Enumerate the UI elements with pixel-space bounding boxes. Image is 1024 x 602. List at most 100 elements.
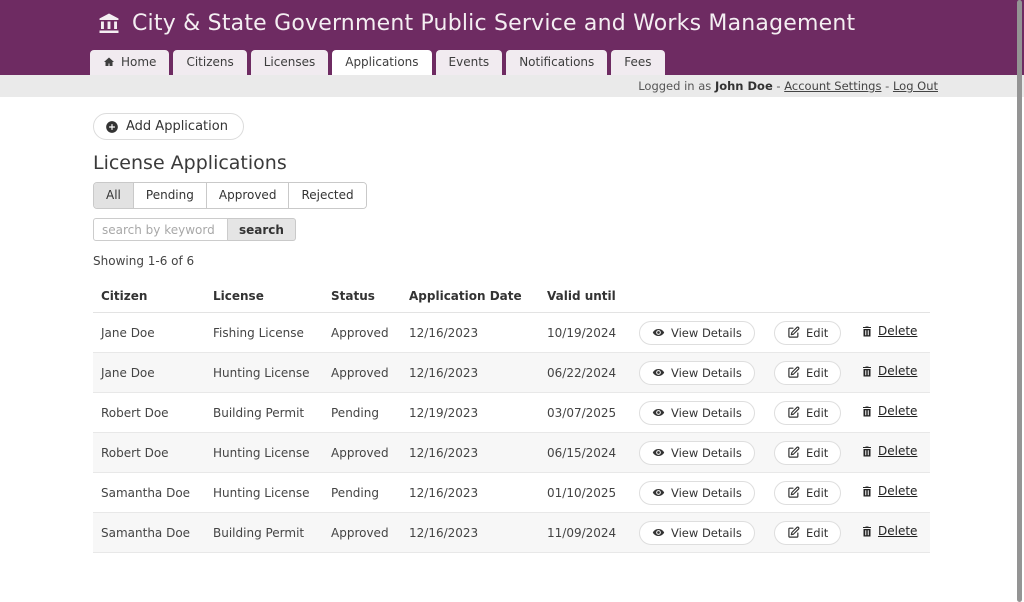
cell-actions: Delete bbox=[853, 513, 930, 553]
cell-actions: Delete bbox=[853, 473, 930, 513]
cell-valid-until: 10/19/2024 bbox=[539, 313, 631, 353]
cell-actions: View Details bbox=[631, 473, 766, 513]
view-details-button[interactable]: View Details bbox=[639, 521, 755, 545]
view-details-button[interactable]: View Details bbox=[639, 441, 755, 465]
delete-link[interactable]: Delete bbox=[861, 524, 917, 538]
tab-label: Fees bbox=[624, 55, 651, 69]
view-details-button[interactable]: View Details bbox=[639, 321, 755, 345]
table-row: Robert DoeBuilding PermitPending12/19/20… bbox=[93, 393, 930, 433]
view-details-label: View Details bbox=[671, 366, 742, 380]
table-row: Jane DoeHunting LicenseApproved12/16/202… bbox=[93, 353, 930, 393]
filter-all[interactable]: All bbox=[94, 183, 133, 208]
search-button[interactable]: search bbox=[228, 218, 296, 241]
cell-status: Approved bbox=[323, 353, 401, 393]
tab-citizens[interactable]: Citizens bbox=[173, 50, 246, 75]
cell-citizen: Samantha Doe bbox=[93, 473, 205, 513]
cell-license: Hunting License bbox=[205, 433, 323, 473]
filter-approved[interactable]: Approved bbox=[206, 183, 289, 208]
tab-licenses[interactable]: Licenses bbox=[251, 50, 329, 75]
view-details-label: View Details bbox=[671, 446, 742, 460]
view-details-label: View Details bbox=[671, 406, 742, 420]
cell-citizen: Jane Doe bbox=[93, 313, 205, 353]
edit-icon bbox=[787, 326, 800, 339]
logout-link[interactable]: Log Out bbox=[893, 79, 938, 93]
view-details-button[interactable]: View Details bbox=[639, 401, 755, 425]
cell-citizen: Robert Doe bbox=[93, 393, 205, 433]
edit-button[interactable]: Edit bbox=[774, 361, 841, 385]
add-application-button[interactable]: Add Application bbox=[93, 113, 244, 140]
search-input[interactable] bbox=[93, 218, 228, 241]
cell-license: Building Permit bbox=[205, 393, 323, 433]
eye-icon bbox=[652, 486, 665, 499]
account-settings-link[interactable]: Account Settings bbox=[784, 79, 881, 93]
tab-applications[interactable]: Applications bbox=[332, 50, 431, 75]
edit-icon bbox=[787, 446, 800, 459]
filter-pending[interactable]: Pending bbox=[133, 183, 206, 208]
trash-icon bbox=[861, 445, 873, 458]
cell-actions: Edit bbox=[766, 433, 853, 473]
trash-icon bbox=[861, 405, 873, 418]
cell-status: Approved bbox=[323, 313, 401, 353]
app-title-text: City & State Government Public Service a… bbox=[132, 11, 855, 36]
edit-button[interactable]: Edit bbox=[774, 441, 841, 465]
user-bar: Logged in as John Doe - Account Settings… bbox=[0, 75, 1024, 97]
add-application-label: Add Application bbox=[126, 119, 228, 134]
page-title: License Applications bbox=[93, 152, 1024, 174]
view-details-label: View Details bbox=[671, 526, 742, 540]
main-content: Add Application License Applications All… bbox=[0, 97, 1024, 553]
tab-notifications[interactable]: Notifications bbox=[506, 50, 607, 75]
bank-icon bbox=[97, 12, 121, 36]
tab-label: Citizens bbox=[186, 55, 233, 69]
cell-actions: View Details bbox=[631, 353, 766, 393]
trash-icon bbox=[861, 485, 873, 498]
edit-label: Edit bbox=[806, 326, 828, 340]
cell-citizen: Robert Doe bbox=[93, 433, 205, 473]
cell-valid-until: 06/22/2024 bbox=[539, 353, 631, 393]
eye-icon bbox=[652, 446, 665, 459]
delete-label: Delete bbox=[878, 444, 917, 458]
edit-button[interactable]: Edit bbox=[774, 321, 841, 345]
cell-citizen: Samantha Doe bbox=[93, 513, 205, 553]
edit-button[interactable]: Edit bbox=[774, 481, 841, 505]
filter-rejected[interactable]: Rejected bbox=[288, 183, 365, 208]
cell-actions: Edit bbox=[766, 513, 853, 553]
delete-link[interactable]: Delete bbox=[861, 364, 917, 378]
tab-label: Licenses bbox=[264, 55, 316, 69]
delete-label: Delete bbox=[878, 484, 917, 498]
delete-link[interactable]: Delete bbox=[861, 484, 917, 498]
tab-fees[interactable]: Fees bbox=[611, 50, 664, 75]
trash-icon bbox=[861, 325, 873, 338]
cell-citizen: Jane Doe bbox=[93, 353, 205, 393]
tab-home[interactable]: Home bbox=[90, 50, 169, 75]
edit-label: Edit bbox=[806, 486, 828, 500]
table-row: Samantha DoeBuilding PermitApproved12/16… bbox=[93, 513, 930, 553]
logged-in-text: Logged in as bbox=[638, 79, 711, 93]
separator: - bbox=[885, 79, 889, 93]
scrollbar[interactable] bbox=[1017, 0, 1022, 602]
edit-label: Edit bbox=[806, 526, 828, 540]
cell-application-date: 12/19/2023 bbox=[401, 393, 539, 433]
cell-actions: Delete bbox=[853, 313, 930, 353]
app-header: City & State Government Public Service a… bbox=[0, 0, 1024, 75]
cell-application-date: 12/16/2023 bbox=[401, 513, 539, 553]
edit-button[interactable]: Edit bbox=[774, 401, 841, 425]
eye-icon bbox=[652, 526, 665, 539]
delete-link[interactable]: Delete bbox=[861, 404, 917, 418]
status-filter-group: AllPendingApprovedRejected bbox=[93, 182, 367, 209]
view-details-button[interactable]: View Details bbox=[639, 361, 755, 385]
delete-label: Delete bbox=[878, 404, 917, 418]
tab-events[interactable]: Events bbox=[436, 50, 503, 75]
view-details-button[interactable]: View Details bbox=[639, 481, 755, 505]
plus-circle-icon bbox=[105, 120, 119, 134]
delete-label: Delete bbox=[878, 324, 917, 338]
table-row: Samantha DoeHunting LicensePending12/16/… bbox=[93, 473, 930, 513]
table-row: Robert DoeHunting LicenseApproved12/16/2… bbox=[93, 433, 930, 473]
edit-button[interactable]: Edit bbox=[774, 521, 841, 545]
delete-link[interactable]: Delete bbox=[861, 324, 917, 338]
column-header-license: License bbox=[205, 279, 323, 313]
logged-in-username: John Doe bbox=[715, 79, 773, 93]
eye-icon bbox=[652, 366, 665, 379]
delete-link[interactable]: Delete bbox=[861, 444, 917, 458]
cell-valid-until: 01/10/2025 bbox=[539, 473, 631, 513]
cell-license: Hunting License bbox=[205, 353, 323, 393]
